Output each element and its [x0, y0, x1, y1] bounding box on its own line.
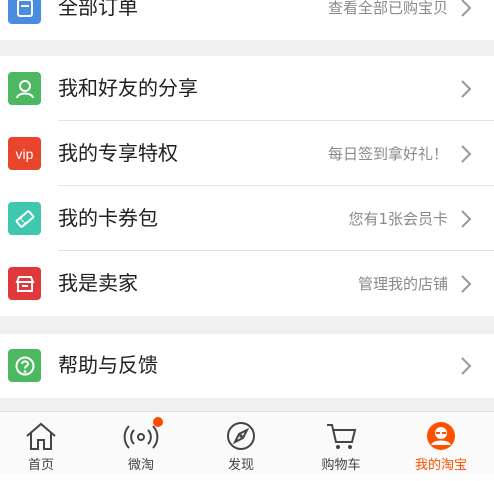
tab-weitao[interactable]: 微淘: [92, 412, 190, 474]
chevron-right-icon: [461, 357, 472, 375]
menu-item-seller[interactable]: 我是卖家 管理我的店铺: [0, 252, 494, 316]
menu-item-friend-share[interactable]: 我和好友的分享: [0, 57, 494, 121]
section-separator: [0, 398, 494, 411]
section-separator: [0, 316, 494, 334]
discover-icon: [227, 422, 255, 450]
menu-item-coupon-wallet[interactable]: 我的卡券包 您有1张会员卡: [0, 187, 494, 251]
tab-label: 发现: [227, 458, 254, 473]
tab-label: 我的淘宝: [414, 458, 467, 473]
menu-item-label: 我是卖家: [58, 271, 138, 295]
store-icon: [8, 267, 41, 300]
menu-item-label: 帮助与反馈: [58, 353, 158, 377]
tab-home[interactable]: 首页: [0, 412, 90, 474]
coupon-icon: [8, 202, 41, 235]
row-divider: [58, 185, 494, 186]
row-divider: [58, 120, 494, 121]
vip-icon: vip: [8, 137, 41, 170]
menu-item-all-orders[interactable]: 全部订单 查看全部已购宝贝: [0, 0, 494, 40]
home-icon: [26, 422, 56, 450]
menu-item-hint: 查看全部已购宝贝: [327, 0, 448, 17]
menu-item-label: 我的专享特权: [58, 141, 178, 165]
menu-item-vip-privileges[interactable]: vip 我的专享特权 每日签到拿好礼！: [0, 122, 494, 186]
bottom-tab-bar: 首页 微淘 发现 购物车 我的淘宝: [0, 411, 494, 474]
row-divider: [58, 250, 494, 251]
menu-item-hint: 每日签到拿好礼！: [327, 145, 448, 163]
tab-label: 购物车: [321, 458, 361, 473]
bottom-spacer: [0, 474, 494, 481]
menu-item-hint: 管理我的店铺: [357, 275, 448, 293]
menu-item-hint: 您有1张会员卡: [348, 210, 448, 228]
menu-item-label: 我的卡券包: [58, 206, 158, 230]
tab-label: 微淘: [127, 458, 154, 473]
vip-icon-text: vip: [15, 145, 34, 162]
my-taobao-icon: [427, 422, 455, 450]
menu-item-help-feedback[interactable]: 帮助与反馈: [0, 334, 494, 398]
section-separator: [0, 40, 494, 56]
menu-item-label: 全部订单: [58, 0, 138, 19]
chevron-right-icon: [461, 210, 472, 228]
order-list-icon: [8, 0, 41, 24]
help-icon: [8, 349, 41, 382]
menu-item-label: 我和好友的分享: [58, 76, 198, 100]
chevron-right-icon: [461, 145, 472, 163]
chevron-right-icon: [461, 275, 472, 293]
tab-label: 首页: [27, 458, 54, 473]
tab-discover[interactable]: 发现: [192, 412, 290, 474]
tab-cart[interactable]: 购物车: [292, 412, 390, 474]
notification-badge: [153, 417, 163, 427]
friend-share-icon: [8, 72, 41, 105]
tab-my-taobao[interactable]: 我的淘宝: [392, 412, 490, 474]
cart-icon: [327, 424, 357, 449]
chevron-right-icon: [461, 0, 472, 17]
chevron-right-icon: [461, 80, 472, 98]
